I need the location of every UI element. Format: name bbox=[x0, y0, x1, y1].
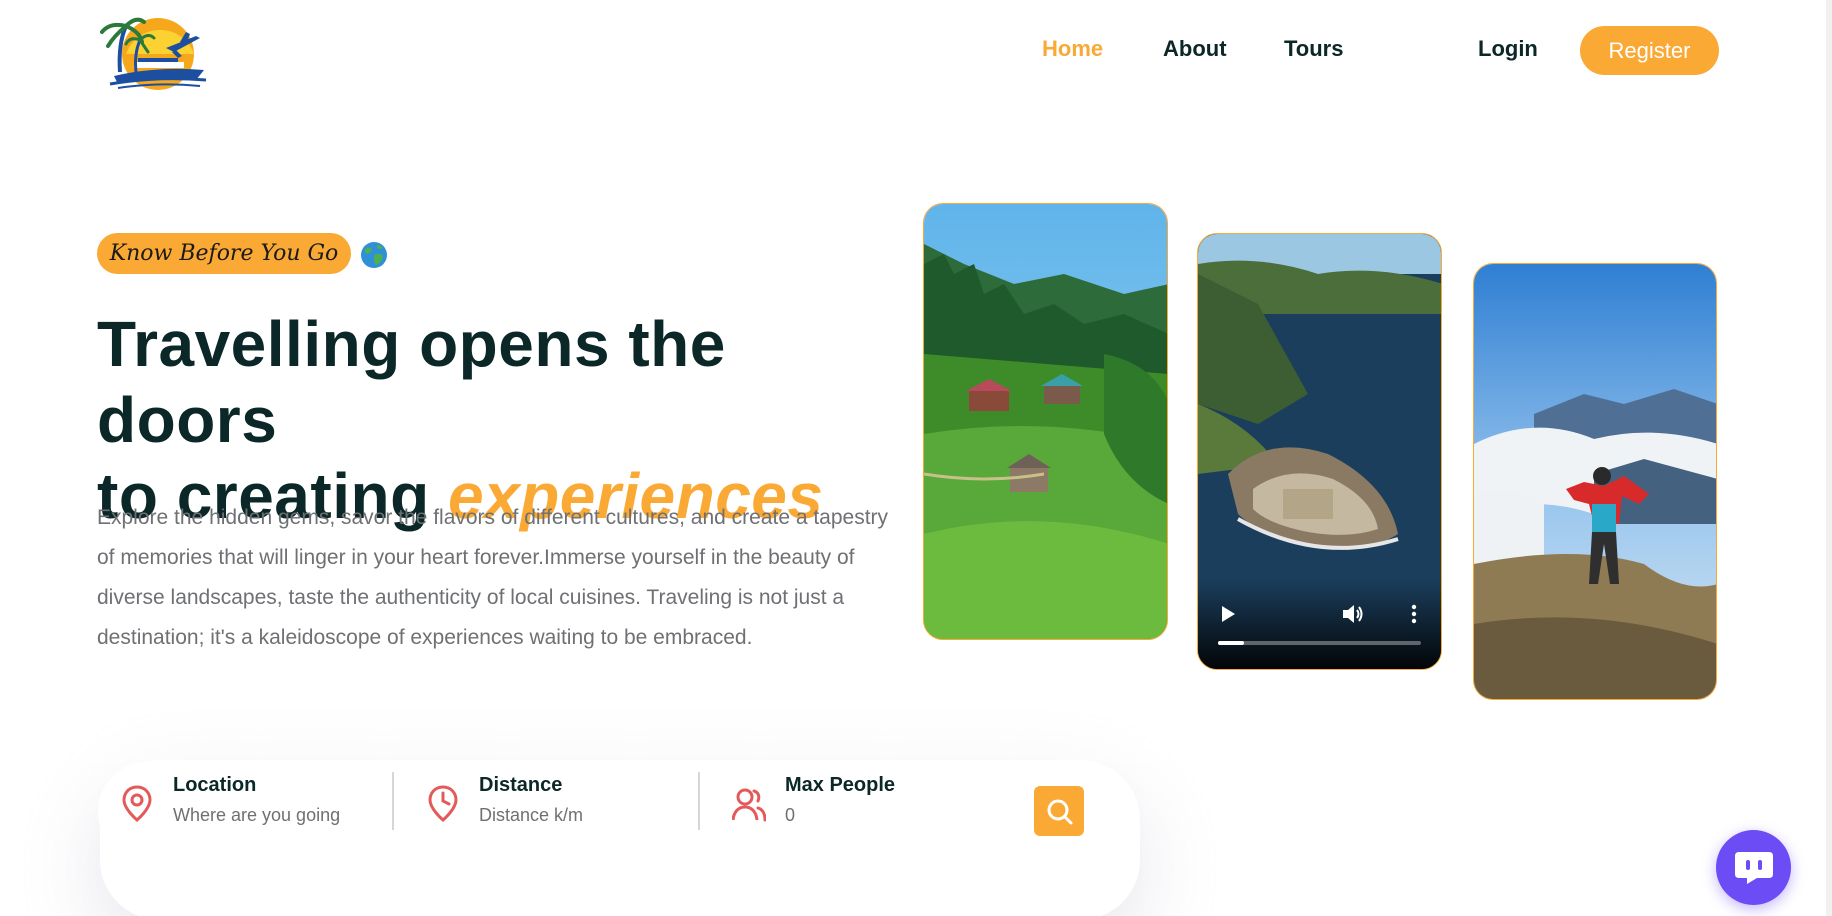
location-label: Location bbox=[173, 774, 257, 796]
nav-tours[interactable]: Tours bbox=[1284, 36, 1343, 62]
people-field: Max People bbox=[732, 762, 1002, 860]
hero-title-line1: Travelling opens the doors bbox=[97, 308, 726, 456]
more-vertical-icon[interactable] bbox=[1410, 603, 1418, 625]
mountain-village-image bbox=[923, 203, 1168, 640]
map-pin-icon bbox=[122, 785, 152, 822]
nav-home[interactable]: Home bbox=[1042, 36, 1103, 62]
chat-icon bbox=[1734, 851, 1773, 884]
location-input[interactable] bbox=[173, 802, 373, 828]
distance-label: Distance bbox=[479, 774, 563, 796]
location-field: Location bbox=[120, 762, 390, 860]
people-label: Max People bbox=[785, 774, 896, 796]
travel-logo[interactable] bbox=[96, 14, 208, 92]
chat-button[interactable] bbox=[1716, 830, 1791, 905]
register-button[interactable]: Register bbox=[1580, 26, 1719, 75]
header: Home About Tours Login Register bbox=[0, 0, 1832, 102]
scrollbar[interactable] bbox=[1826, 0, 1832, 916]
volume-icon[interactable] bbox=[1341, 603, 1365, 625]
hero-description: Explore the hidden gems, savor the flavo… bbox=[97, 506, 889, 649]
search-button[interactable] bbox=[1034, 786, 1084, 836]
divider bbox=[698, 772, 700, 830]
tagline-badge: Know Before You Go bbox=[97, 233, 351, 274]
globe-icon bbox=[361, 242, 387, 268]
tagline-text: Know Before You Go bbox=[109, 241, 339, 266]
search-icon bbox=[1047, 799, 1073, 825]
play-icon[interactable] bbox=[1220, 605, 1236, 623]
login-button[interactable]: Login bbox=[1478, 36, 1538, 62]
hiker-summit-image bbox=[1473, 263, 1717, 700]
island-fortress-video[interactable] bbox=[1197, 233, 1442, 670]
divider bbox=[392, 772, 394, 830]
video-controls bbox=[1198, 579, 1441, 669]
clock-icon bbox=[428, 785, 458, 822]
video-progress-bar[interactable] bbox=[1218, 641, 1421, 645]
nav-about[interactable]: About bbox=[1163, 36, 1227, 62]
users-icon bbox=[732, 788, 766, 822]
distance-input[interactable] bbox=[479, 802, 679, 828]
distance-field: Distance bbox=[426, 762, 696, 860]
video-progress-fill bbox=[1218, 641, 1245, 645]
people-input[interactable] bbox=[785, 802, 985, 828]
search-bar: Location Distance Max People bbox=[98, 762, 1106, 860]
